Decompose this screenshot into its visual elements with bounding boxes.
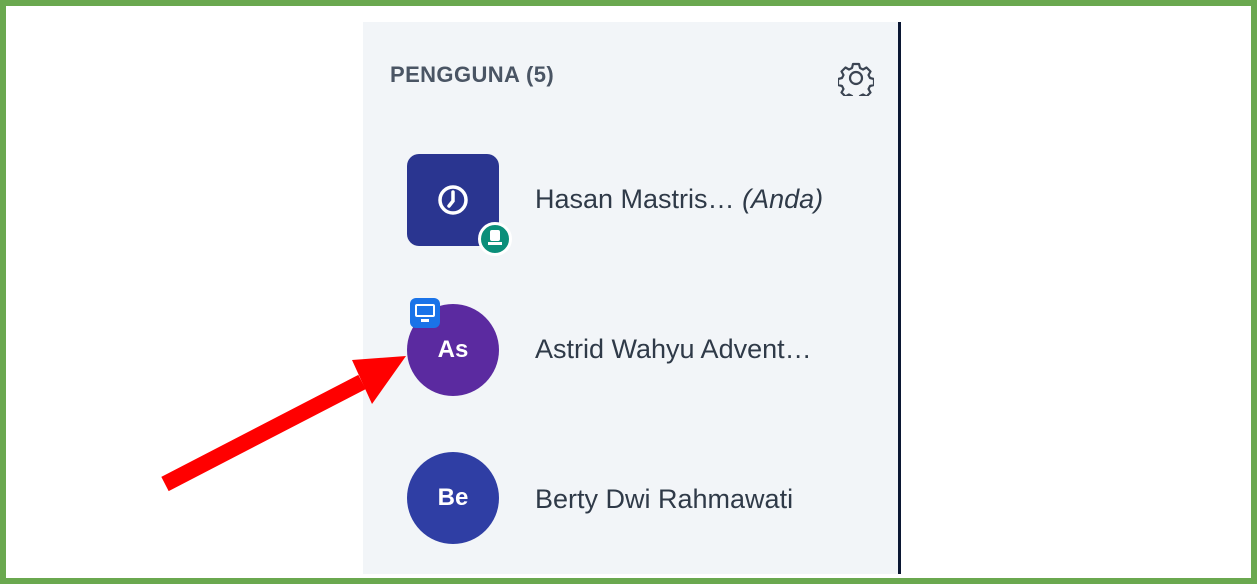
red-arrow-annotation — [161, 356, 406, 492]
